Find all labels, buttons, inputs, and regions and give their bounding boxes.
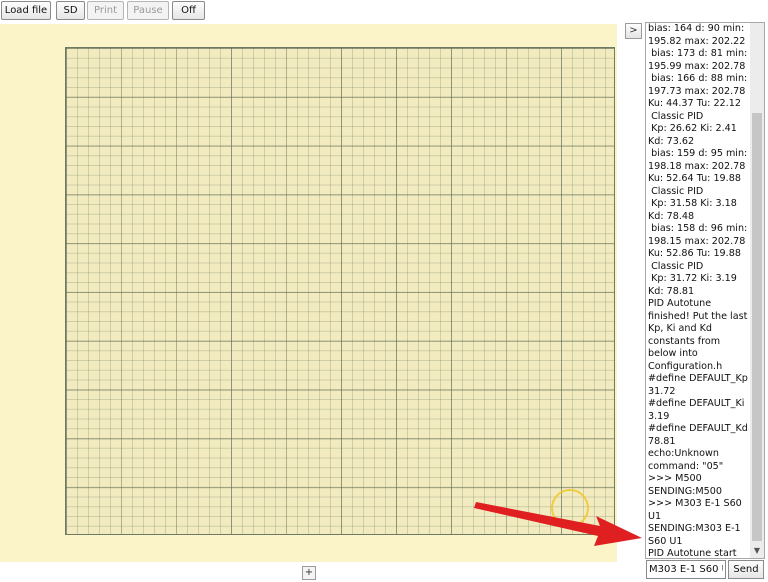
console-log-text: bias: 164 d: 90 min: 195.82 max: 202.22 … xyxy=(648,23,748,559)
toolbar: Load file SD Print Pause Off xyxy=(0,0,768,22)
toggle-log-button[interactable]: > xyxy=(625,23,642,39)
print-bed-view[interactable] xyxy=(0,24,617,562)
send-button[interactable]: Send xyxy=(728,560,764,579)
console-log[interactable]: bias: 164 d: 90 min: 195.82 max: 202.22 … xyxy=(645,22,765,559)
sd-button[interactable]: SD xyxy=(56,1,85,20)
command-input[interactable] xyxy=(646,560,726,579)
console-scroll-thumb[interactable] xyxy=(752,113,762,541)
print-button[interactable]: Print xyxy=(87,1,124,20)
load-file-button[interactable]: Load file xyxy=(1,1,51,20)
print-bed-grid[interactable] xyxy=(65,47,615,535)
console-scrollbar[interactable]: ▼ xyxy=(750,23,764,558)
off-button[interactable]: Off xyxy=(172,1,205,20)
pause-button[interactable]: Pause xyxy=(127,1,169,20)
scroll-down-icon[interactable]: ▼ xyxy=(750,544,764,558)
annotation-arrow-icon xyxy=(474,502,642,546)
expand-plus-button[interactable]: + xyxy=(302,566,316,580)
